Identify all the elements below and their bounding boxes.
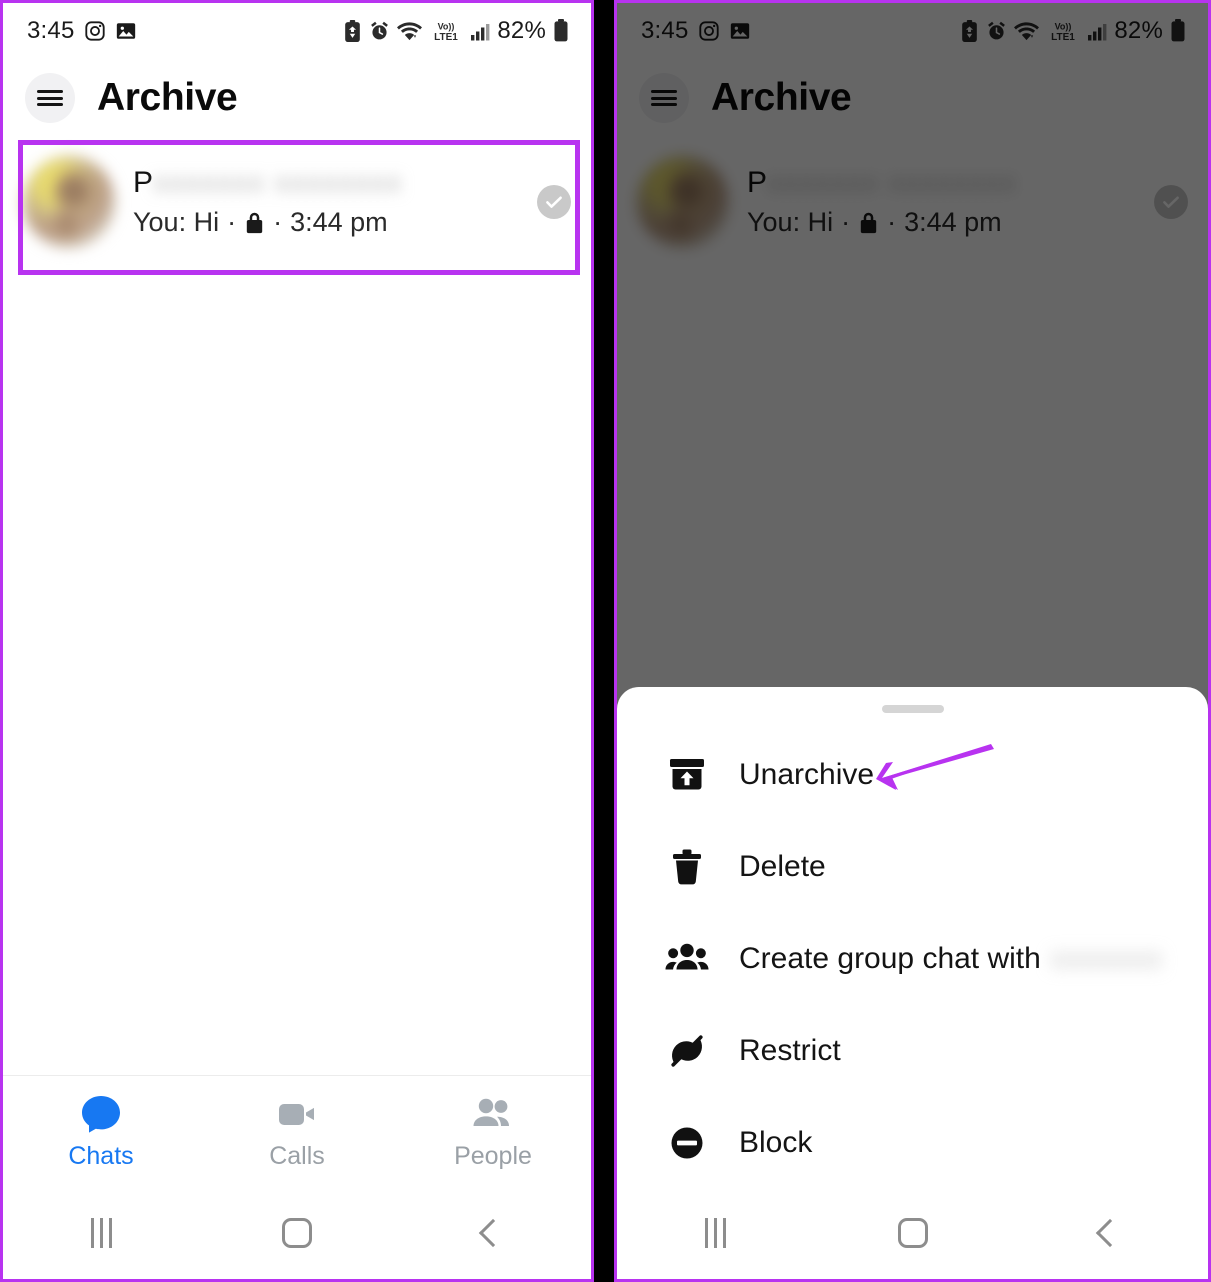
back-icon[interactable] <box>1011 1218 1208 1248</box>
menu-label-blurred-name: xxxxxxx <box>1050 942 1163 975</box>
bottom-nav-label: Chats <box>68 1141 134 1170</box>
home-icon[interactable] <box>814 1218 1011 1248</box>
menu-label-text: Restrict <box>739 1034 841 1067</box>
restrict-icon <box>665 1029 709 1073</box>
chat-name: Pxxxxxxx xxxxxxxx <box>133 166 402 200</box>
trash-icon <box>665 845 709 889</box>
app-screen-archive: 3:45 Vo)) LTE1 82% Archive Pxxxxxxx xxxx… <box>3 3 591 1279</box>
bottom-nav-item-people[interactable]: People <box>395 1093 591 1171</box>
hamburger-bar <box>37 96 63 100</box>
volte-icon: Vo))LTE1 <box>429 20 463 43</box>
delete-menu-item[interactable]: Delete <box>617 821 1208 913</box>
battery-saver-icon <box>343 19 362 43</box>
unarchive-icon <box>665 753 709 797</box>
avatar <box>23 156 115 248</box>
android-nav-bar <box>3 1187 591 1279</box>
app-screen-archive-with-menu: 3:45 <box>617 3 1208 1279</box>
chat-snippet: You: Hi · · 3:44 pm <box>133 207 519 238</box>
hamburger-bar <box>37 90 63 93</box>
menu-item-label: Delete <box>739 850 826 884</box>
recents-icon[interactable] <box>3 1218 199 1248</box>
menu-label-text: Unarchive <box>739 758 875 791</box>
snippet-separator: · <box>273 207 283 238</box>
block-menu-item[interactable]: Block <box>617 1097 1208 1189</box>
signal-bars-icon <box>470 20 490 42</box>
chat-snippet-text: You: Hi <box>133 207 220 238</box>
menu-item-label: Restrict <box>739 1034 841 1068</box>
phone-panel-right: 3:45 <box>614 0 1211 1282</box>
bottom-nav-item-calls[interactable]: Calls <box>199 1093 395 1171</box>
hamburger-bar <box>37 103 63 106</box>
status-time: 3:45 <box>27 17 75 44</box>
chat-options-bottom-sheet: Unarchive Delete Create group chat with … <box>617 687 1208 1187</box>
phone-panel-left: 3:45 Vo)) LTE1 82% Archive Pxxxxxxx xxxx… <box>0 0 594 1282</box>
status-bar-left: 3:45 <box>27 17 137 45</box>
chat-name-visible: P <box>133 165 154 199</box>
menu-label-text: Delete <box>739 850 826 883</box>
back-icon[interactable] <box>395 1218 591 1248</box>
people-icon <box>470 1093 516 1135</box>
snippet-separator: · <box>227 207 237 238</box>
chat-options-menu: Unarchive Delete Create group chat with … <box>617 713 1208 1189</box>
chat-name-blurred: xxxxxxx xxxxxxxx <box>153 165 403 199</box>
menu-item-label: Unarchive <box>739 758 874 792</box>
sent-check-icon <box>537 185 571 219</box>
page-title: Archive <box>97 76 238 119</box>
recents-icon[interactable] <box>617 1218 814 1248</box>
svg-text:Vo)): Vo)) <box>438 21 455 31</box>
alarm-icon <box>369 20 390 42</box>
menu-label-text: Block <box>739 1126 813 1159</box>
restrict-menu-item[interactable]: Restrict <box>617 1005 1208 1097</box>
battery-percent: 82% <box>497 17 546 44</box>
instagram-icon <box>84 20 106 42</box>
hamburger-icon[interactable] <box>25 73 75 123</box>
photos-icon <box>115 20 137 42</box>
drag-handle[interactable] <box>881 705 944 713</box>
wifi-icon <box>397 20 423 42</box>
battery-icon <box>553 19 569 43</box>
archived-chat-row[interactable]: Pxxxxxxx xxxxxxxx You: Hi · · 3:44 pm <box>3 141 591 263</box>
bottom-nav-item-chats[interactable]: Chats <box>3 1093 199 1171</box>
status-bar-right: Vo))LTE1 82% <box>343 17 569 45</box>
bottom-nav-label: Calls <box>269 1141 325 1170</box>
menu-item-label: Create group chat with xxxxxxx <box>739 942 1163 976</box>
status-bar: 3:45 <box>3 3 591 59</box>
app-bar: Archive <box>3 59 591 141</box>
chat-bubble-icon <box>79 1093 123 1135</box>
create-group-chat-menu-item[interactable]: Create group chat with xxxxxxx <box>617 913 1208 1005</box>
menu-item-label: Block <box>739 1126 812 1160</box>
menu-label-text: Create group chat with <box>739 942 1041 975</box>
screenshot-stage: 3:45 Vo)) LTE1 82% Archive Pxxxxxxx xxxx… <box>0 0 1211 1282</box>
chat-list: Pxxxxxxx xxxxxxxx You: Hi · · 3:44 pm <box>3 141 591 263</box>
android-nav-bar <box>617 1187 1208 1279</box>
bottom-nav-label: People <box>454 1141 532 1170</box>
home-icon[interactable] <box>199 1218 395 1248</box>
svg-text:LTE1: LTE1 <box>435 32 459 43</box>
chat-time: 3:44 pm <box>290 207 388 238</box>
block-icon <box>665 1121 709 1165</box>
bottom-nav: Chats Calls People <box>3 1075 591 1187</box>
lock-icon <box>244 210 265 236</box>
group-people-icon <box>665 937 709 981</box>
chat-meta: Pxxxxxxx xxxxxxxx You: Hi · · 3:44 pm <box>133 166 519 239</box>
video-camera-icon <box>275 1093 319 1135</box>
unarchive-menu-item[interactable]: Unarchive <box>617 729 1208 821</box>
